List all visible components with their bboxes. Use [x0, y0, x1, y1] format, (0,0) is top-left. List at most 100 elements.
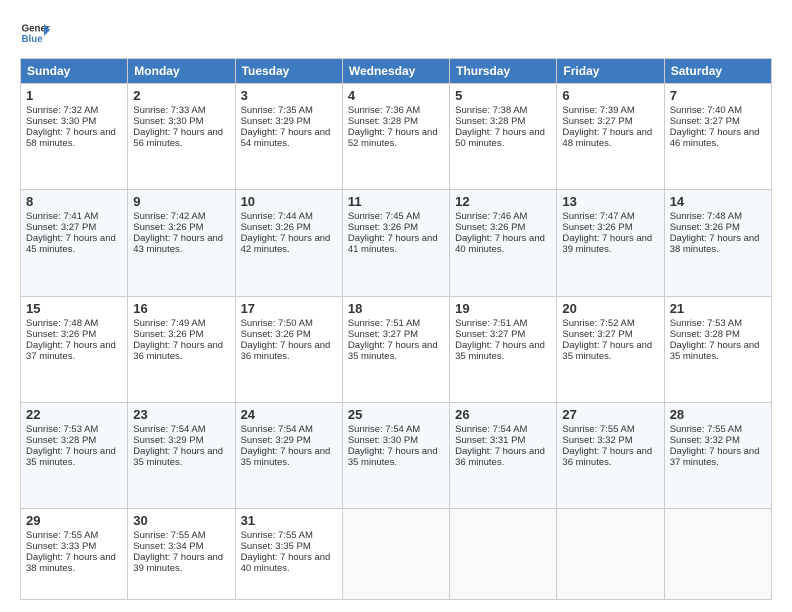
calendar-cell: 18Sunrise: 7:51 AMSunset: 3:27 PMDayligh…: [342, 296, 449, 402]
sunrise: Sunrise: 7:51 AM: [455, 318, 527, 329]
sunset: Sunset: 3:27 PM: [562, 329, 632, 340]
sunrise: Sunrise: 7:33 AM: [133, 105, 205, 116]
day-number: 26: [455, 407, 551, 422]
sunset: Sunset: 3:30 PM: [348, 435, 418, 446]
daylight: Daylight: 7 hours and 50 minutes.: [455, 127, 545, 149]
calendar-cell: 25 Sunrise: 7:54 AMSunset: 3:30 PMDayligh…: [342, 402, 449, 508]
sunrise: Sunrise: 7:54 AM: [241, 424, 313, 435]
sunrise: Sunrise: 7:55 AM: [26, 530, 98, 541]
sunset: Sunset: 3:26 PM: [133, 329, 203, 340]
calendar-week-2: 8Sunrise: 7:41 AMSunset: 3:27 PMDaylight…: [21, 190, 772, 296]
sunset: Sunset: 3:29 PM: [241, 435, 311, 446]
calendar-cell: 1Sunrise: 7:32 AMSunset: 3:30 PMDaylight…: [21, 84, 128, 190]
sunset: Sunset: 3:33 PM: [26, 541, 96, 552]
day-number: 6: [562, 88, 658, 103]
sunrise: Sunrise: 7:55 AM: [670, 424, 742, 435]
day-number: 19: [455, 301, 551, 316]
calendar-cell: 24Sunrise: 7:54 AMSunset: 3:29 PMDayligh…: [235, 402, 342, 508]
col-header-wednesday: Wednesday: [342, 59, 449, 84]
day-number: 23: [133, 407, 229, 422]
sunset: Sunset: 3:31 PM: [455, 435, 525, 446]
day-number: 28: [670, 407, 766, 422]
calendar-week-3: 15Sunrise: 7:48 AMSunset: 3:26 PMDayligh…: [21, 296, 772, 402]
sunrise: Sunrise: 7:44 AM: [241, 211, 313, 222]
sunset: Sunset: 3:28 PM: [670, 329, 740, 340]
calendar-cell: 31Sunrise: 7:55 AMSunset: 3:35 PMDayligh…: [235, 509, 342, 600]
daylight: Daylight: 7 hours and 36 minutes.: [133, 340, 223, 362]
calendar-cell: 16 Sunrise: 7:49 AMSunset: 3:26 PMDayligh…: [128, 296, 235, 402]
col-header-tuesday: Tuesday: [235, 59, 342, 84]
sunrise: Sunrise: 7:40 AM: [670, 105, 742, 116]
daylight: Daylight: 7 hours and 45 minutes.: [26, 233, 116, 255]
sunrise: Sunrise: 7:51 AM: [348, 318, 420, 329]
sunset: Sunset: 3:26 PM: [241, 222, 311, 233]
day-number: 21: [670, 301, 766, 316]
day-number: 22: [26, 407, 122, 422]
logo-icon: General Blue: [20, 18, 50, 48]
calendar-cell: 26Sunrise: 7:54 AMSunset: 3:31 PMDayligh…: [450, 402, 557, 508]
calendar-cell: 27Sunrise: 7:55 AMSunset: 3:32 PMDayligh…: [557, 402, 664, 508]
daylight: Daylight: 7 hours and 40 minutes.: [241, 552, 331, 574]
calendar-cell: 10 Sunrise: 7:44 AMSunset: 3:26 PMDayligh…: [235, 190, 342, 296]
col-header-thursday: Thursday: [450, 59, 557, 84]
svg-text:Blue: Blue: [22, 34, 44, 45]
day-number: 29: [26, 513, 122, 528]
sunset: Sunset: 3:27 PM: [348, 329, 418, 340]
sunrise: Sunrise: 7:54 AM: [455, 424, 527, 435]
day-number: 5: [455, 88, 551, 103]
sunrise: Sunrise: 7:53 AM: [670, 318, 742, 329]
sunset: Sunset: 3:35 PM: [241, 541, 311, 552]
daylight: Daylight: 7 hours and 42 minutes.: [241, 233, 331, 255]
daylight: Daylight: 7 hours and 35 minutes.: [26, 446, 116, 468]
sunrise: Sunrise: 7:49 AM: [133, 318, 205, 329]
sunrise: Sunrise: 7:48 AM: [26, 318, 98, 329]
sunrise: Sunrise: 7:48 AM: [670, 211, 742, 222]
sunset: Sunset: 3:27 PM: [455, 329, 525, 340]
daylight: Daylight: 7 hours and 43 minutes.: [133, 233, 223, 255]
day-number: 25: [348, 407, 444, 422]
daylight: Daylight: 7 hours and 41 minutes.: [348, 233, 438, 255]
sunrise: Sunrise: 7:54 AM: [133, 424, 205, 435]
day-number: 17: [241, 301, 337, 316]
sunrise: Sunrise: 7:42 AM: [133, 211, 205, 222]
sunset: Sunset: 3:26 PM: [241, 329, 311, 340]
daylight: Daylight: 7 hours and 46 minutes.: [670, 127, 760, 149]
sunset: Sunset: 3:27 PM: [562, 116, 632, 127]
calendar-header-row: SundayMondayTuesdayWednesdayThursdayFrid…: [21, 59, 772, 84]
col-header-monday: Monday: [128, 59, 235, 84]
sunset: Sunset: 3:29 PM: [133, 435, 203, 446]
sunrise: Sunrise: 7:39 AM: [562, 105, 634, 116]
sunrise: Sunrise: 7:50 AM: [241, 318, 313, 329]
day-number: 12: [455, 194, 551, 209]
sunset: Sunset: 3:28 PM: [455, 116, 525, 127]
sunset: Sunset: 3:28 PM: [348, 116, 418, 127]
calendar-cell: 22Sunrise: 7:53 AMSunset: 3:28 PMDayligh…: [21, 402, 128, 508]
col-header-saturday: Saturday: [664, 59, 771, 84]
sunset: Sunset: 3:26 PM: [348, 222, 418, 233]
header: General Blue: [20, 18, 772, 48]
calendar-cell: 29Sunrise: 7:55 AMSunset: 3:33 PMDayligh…: [21, 509, 128, 600]
day-number: 10: [241, 194, 337, 209]
calendar-week-1: 1Sunrise: 7:32 AMSunset: 3:30 PMDaylight…: [21, 84, 772, 190]
page: General Blue SundayMondayTuesdayWednesda…: [0, 0, 792, 612]
sunset: Sunset: 3:26 PM: [133, 222, 203, 233]
daylight: Daylight: 7 hours and 35 minutes.: [562, 340, 652, 362]
sunrise: Sunrise: 7:45 AM: [348, 211, 420, 222]
daylight: Daylight: 7 hours and 35 minutes.: [348, 446, 438, 468]
calendar-cell: 5Sunrise: 7:38 AMSunset: 3:28 PMDaylight…: [450, 84, 557, 190]
day-number: 8: [26, 194, 122, 209]
calendar-cell: 11Sunrise: 7:45 AMSunset: 3:26 PMDayligh…: [342, 190, 449, 296]
sunrise: Sunrise: 7:55 AM: [562, 424, 634, 435]
day-number: 16: [133, 301, 229, 316]
sunrise: Sunrise: 7:54 AM: [348, 424, 420, 435]
sunrise: Sunrise: 7:55 AM: [241, 530, 313, 541]
sunset: Sunset: 3:29 PM: [241, 116, 311, 127]
sunset: Sunset: 3:27 PM: [670, 116, 740, 127]
sunset: Sunset: 3:26 PM: [455, 222, 525, 233]
day-number: 1: [26, 88, 122, 103]
sunset: Sunset: 3:26 PM: [670, 222, 740, 233]
day-number: 14: [670, 194, 766, 209]
sunrise: Sunrise: 7:35 AM: [241, 105, 313, 116]
col-header-sunday: Sunday: [21, 59, 128, 84]
day-number: 13: [562, 194, 658, 209]
